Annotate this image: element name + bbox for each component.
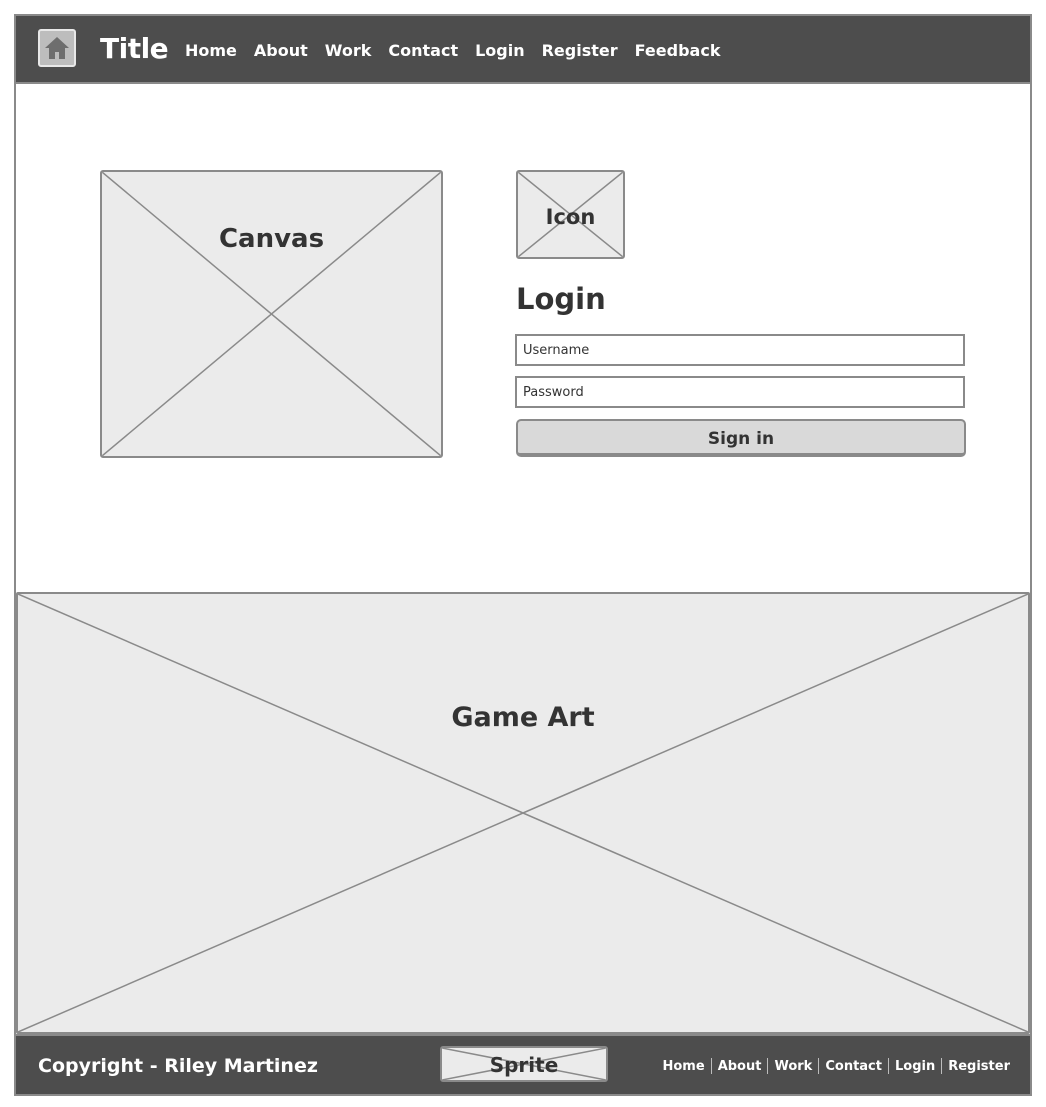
footer-link-work[interactable]: Work <box>774 1059 812 1074</box>
nav-link-contact[interactable]: Contact <box>388 41 458 60</box>
footer-link-home[interactable]: Home <box>663 1059 705 1074</box>
icon-placeholder: Icon <box>516 170 625 259</box>
canvas-label: Canvas <box>218 224 325 254</box>
sprite-label: Sprite <box>489 1053 559 1077</box>
top-navbar: Title Home About Work Contact Login Regi… <box>16 16 1030 84</box>
page-frame: Title Home About Work Contact Login Regi… <box>14 14 1032 1096</box>
copyright-text: Copyright - Riley Martinez <box>38 1055 318 1077</box>
game-art-label: Game Art <box>451 702 595 733</box>
footer-link-divider <box>887 1058 889 1074</box>
home-button[interactable] <box>38 29 76 67</box>
username-input[interactable]: Username <box>515 334 965 366</box>
nav-link-login[interactable]: Login <box>475 41 525 60</box>
footer-link-divider <box>767 1058 769 1074</box>
placeholder-cross-icon <box>18 594 1028 1032</box>
game-art-placeholder: Game Art <box>16 592 1030 1034</box>
nav-link-register[interactable]: Register <box>542 41 618 60</box>
footer-link-register[interactable]: Register <box>948 1059 1010 1074</box>
nav-links: Home About Work Contact Login Register F… <box>185 41 737 60</box>
footer-link-divider <box>710 1058 712 1074</box>
footer-bar: Copyright - Riley Martinez Sprite Home A… <box>16 1034 1030 1094</box>
placeholder-cross-icon <box>102 172 441 456</box>
site-title: Title <box>100 32 169 65</box>
nav-link-about[interactable]: About <box>254 41 308 60</box>
login-heading: Login <box>516 282 606 316</box>
nav-link-home[interactable]: Home <box>185 41 237 60</box>
footer-link-divider <box>941 1058 943 1074</box>
icon-label: Icon <box>545 205 596 229</box>
nav-link-work[interactable]: Work <box>325 41 372 60</box>
footer-link-contact[interactable]: Contact <box>825 1059 882 1074</box>
footer-link-login[interactable]: Login <box>895 1059 935 1074</box>
password-input[interactable]: Password <box>515 376 965 408</box>
footer-link-divider <box>818 1058 820 1074</box>
footer-links: Home About Work Contact Login Register <box>663 1058 1010 1074</box>
nav-link-feedback[interactable]: Feedback <box>635 41 721 60</box>
footer-link-about[interactable]: About <box>718 1059 762 1074</box>
canvas-placeholder: Canvas <box>100 170 443 458</box>
home-icon <box>45 37 69 59</box>
sign-in-button[interactable]: Sign in <box>516 419 966 457</box>
sprite-placeholder: Sprite <box>440 1046 608 1082</box>
